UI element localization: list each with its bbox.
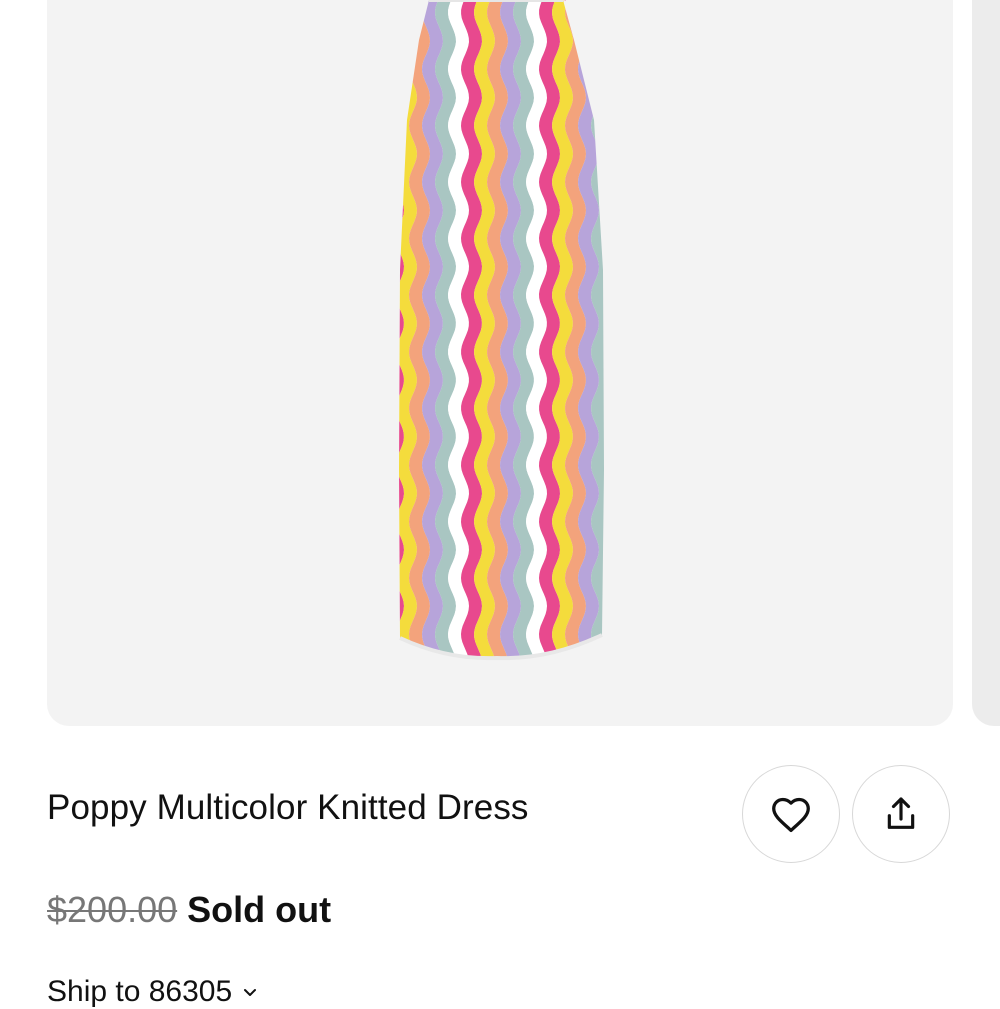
product-title: Poppy Multicolor Knitted Dress <box>47 788 529 827</box>
share-icon <box>887 797 915 829</box>
product-image <box>399 0 625 670</box>
chevron-down-icon <box>244 989 257 996</box>
share-button[interactable] <box>852 765 950 863</box>
sold-out-badge: Sold out <box>187 889 332 930</box>
price-row: $200.00 Sold out <box>47 889 331 931</box>
ship-to-selector[interactable]: Ship to 86305 <box>47 975 258 1009</box>
ship-to-label: Ship to 86305 <box>47 975 233 1008</box>
dress-stripe <box>604 0 625 670</box>
original-price: $200.00 <box>47 889 178 930</box>
product-image-gallery[interactable] <box>47 0 953 726</box>
favorite-button[interactable] <box>742 765 840 863</box>
heart-icon <box>772 797 810 833</box>
next-image-peek[interactable] <box>972 0 1000 726</box>
